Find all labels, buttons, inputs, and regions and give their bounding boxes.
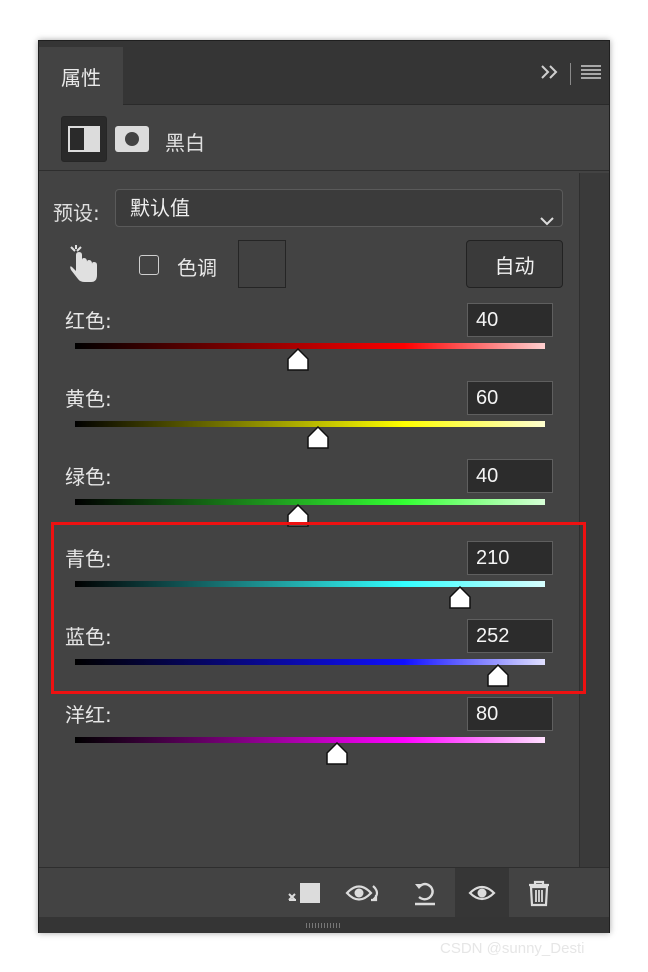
slider-track-cyan[interactable] — [75, 581, 545, 587]
preset-label: 预设: — [53, 201, 100, 225]
slider-value-green[interactable]: 40 — [467, 459, 553, 493]
slider-thumb-green[interactable] — [286, 503, 310, 528]
slider-label-cyan: 青色: — [65, 547, 112, 571]
panel-footer — [39, 867, 609, 918]
slider-label-red: 红色: — [65, 309, 112, 333]
slider-track-blue[interactable] — [75, 659, 545, 665]
slider-label-blue: 蓝色: — [65, 625, 112, 649]
slider-thumb-yellow[interactable] — [306, 425, 330, 450]
slider-value-blue[interactable]: 252 — [467, 619, 553, 653]
slider-thumb-magenta[interactable] — [325, 741, 349, 766]
slider-track-magenta[interactable] — [75, 737, 545, 743]
tab-properties[interactable]: 属性 — [39, 47, 123, 105]
tint-color-swatch[interactable] — [238, 240, 286, 288]
targeted-adjustment-hand-icon[interactable] — [67, 245, 101, 283]
panel-menu-group — [540, 63, 601, 85]
slider-value-cyan[interactable]: 210 — [467, 541, 553, 575]
auto-button[interactable]: 自动 — [466, 240, 563, 288]
resize-grip[interactable] — [39, 917, 609, 933]
slider-thumb-red[interactable] — [286, 347, 310, 372]
watermark-text: CSDN @sunny_Desti — [440, 940, 585, 957]
menu-separator — [570, 63, 571, 85]
preset-value: 默认值 — [130, 196, 190, 220]
slider-value-yellow[interactable]: 60 — [467, 381, 553, 415]
black-white-adjustment-icon[interactable] — [61, 116, 107, 162]
slider-thumb-cyan[interactable] — [448, 585, 472, 610]
slider-label-green: 绿色: — [65, 465, 112, 489]
clip-to-layer-icon[interactable] — [283, 868, 327, 918]
slider-thumb-blue[interactable] — [486, 663, 510, 688]
slider-label-magenta: 洋红: — [65, 703, 112, 727]
tint-label: 色调 — [177, 256, 217, 280]
scrollbar[interactable] — [579, 173, 609, 867]
chevron-down-icon — [540, 201, 554, 237]
slider-label-yellow: 黄色: — [65, 387, 112, 411]
visibility-eye-icon[interactable] — [455, 868, 509, 918]
preset-dropdown[interactable]: 默认值 — [115, 189, 563, 227]
layer-mask-icon[interactable] — [115, 126, 149, 152]
adjustment-header: 黑白 — [39, 105, 609, 171]
reset-icon[interactable] — [403, 868, 447, 918]
view-previous-state-icon[interactable] — [343, 868, 387, 918]
adjustment-title: 黑白 — [165, 131, 205, 155]
slider-value-magenta[interactable]: 80 — [467, 697, 553, 731]
trash-icon[interactable] — [517, 868, 561, 918]
slider-value-red[interactable]: 40 — [467, 303, 553, 337]
collapse-double-chevron-icon[interactable] — [540, 64, 560, 84]
panel-menu-icon[interactable] — [581, 64, 601, 84]
tint-checkbox[interactable] — [139, 255, 159, 275]
properties-panel: 属性 黑白 预设: 默认值 色调 自动 红色: 40 黄色: 60 绿色: 40… — [38, 40, 610, 933]
panel-tabbar: 属性 — [39, 41, 609, 105]
